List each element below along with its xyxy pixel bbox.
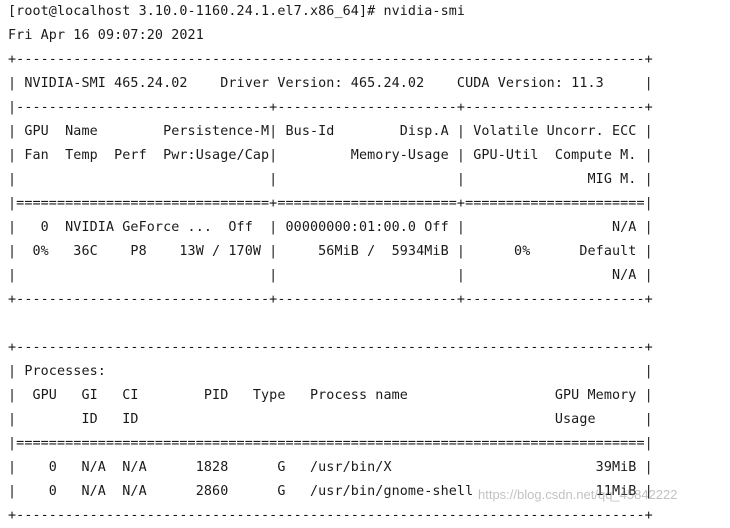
processes-header-row-1: | GPU GI CI PID Type Process name GPU Me… (8, 388, 653, 403)
gpu-header-row-1: | GPU Name Persistence-M| Bus-Id Disp.A … (8, 124, 653, 139)
command-prompt-line: [root@localhost 3.10.0-1160.24.1.el7.x86… (8, 4, 466, 19)
table-double-divider: |===============================+=======… (8, 196, 653, 211)
version-header-row: | NVIDIA-SMI 465.24.02 Driver Version: 4… (8, 76, 653, 91)
table-border: +---------------------------------------… (8, 340, 653, 355)
table-border: +---------------------------------------… (8, 52, 653, 67)
processes-title-row: | Processes: | (8, 364, 653, 379)
processes-header-row-2: | ID ID Usage | (8, 412, 653, 427)
timestamp-line: Fri Apr 16 09:07:20 2021 (8, 28, 204, 43)
gpu-row-3: | | | N/A | (8, 268, 653, 283)
process-row: | 0 N/A N/A 1828 G /usr/bin/X 39MiB | (8, 460, 653, 475)
table-double-divider: |=======================================… (8, 436, 653, 451)
terminal-window[interactable]: [root@localhost 3.10.0-1160.24.1.el7.x86… (0, 0, 730, 524)
watermark: https://blog.csdn.net/qq_45842222 (478, 487, 678, 502)
table-border: +---------------------------------------… (8, 508, 653, 523)
gpu-header-row-2: | Fan Temp Perf Pwr:Usage/Cap| Memory-Us… (8, 148, 653, 163)
gpu-header-row-3: | | | MIG M. | (8, 172, 653, 187)
table-divider: |-------------------------------+-------… (8, 100, 653, 115)
gpu-row-1: | 0 NVIDIA GeForce ... Off | 00000000:01… (8, 220, 653, 235)
table-border: +-------------------------------+-------… (8, 292, 653, 307)
gpu-row-2: | 0% 36C P8 13W / 170W | 56MiB / 5934MiB… (8, 244, 653, 259)
